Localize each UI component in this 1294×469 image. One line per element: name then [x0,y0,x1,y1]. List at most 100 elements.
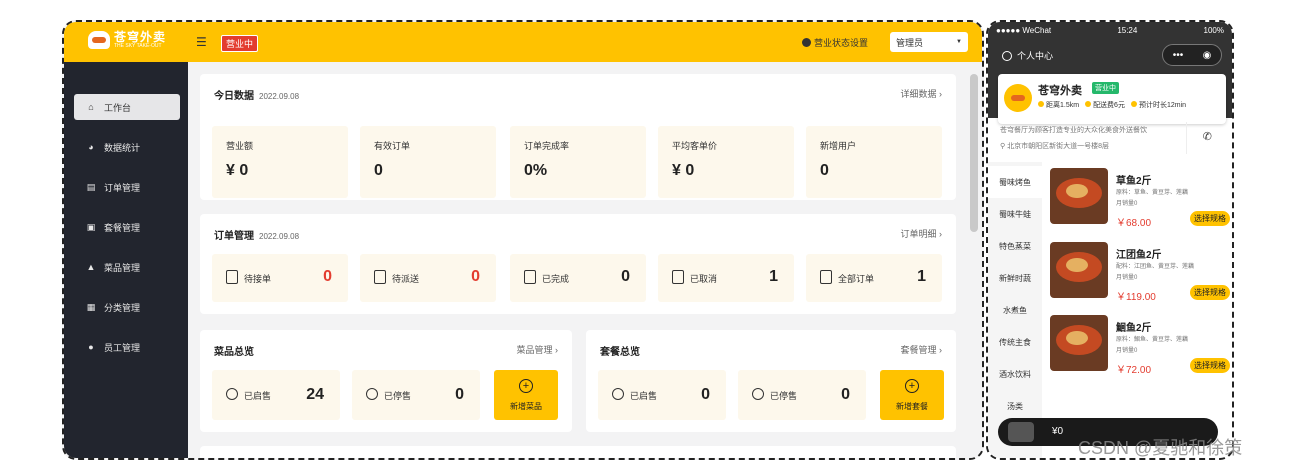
dish-off-sale[interactable]: 已停售 0 [352,370,480,420]
category-item[interactable]: 酒水饮料 [988,358,1042,390]
shop-description: 苍穹餐厅为顾客打造专业的大众化美食外送餐饮 [1000,127,1147,134]
category-item[interactable]: 蜀味牛蛙 [988,198,1042,230]
more-icon[interactable]: ••• [1173,50,1184,61]
category-item[interactable]: 新鲜时蔬 [988,262,1042,294]
order-management-card: 订单管理 2022.09.08 订单明细 › 待接单 0 待派送 0 已完成 0 … [200,214,956,314]
admin-dashboard: 苍穹外卖 THE SKY TAKE-OUT ☰ 营业中 营业状态设置 管理员 ▼… [62,20,984,460]
dish-description: 配料：江团鱼、黄豆芽、莲藕 [1116,264,1195,270]
mini-program-capsule[interactable]: ••• ◉ [1162,44,1222,66]
sidebar-item-dishes[interactable]: ▲ 菜品管理 [74,254,180,280]
chart-icon: ◕ [88,142,94,152]
order-cancelled[interactable]: 已取消 1 [658,254,794,302]
category-item[interactable]: 特色蒸菜 [988,230,1042,262]
dish-description: 原料：鮰鱼、黄豆芽、莲藕 [1116,337,1189,343]
dish-management-link[interactable]: 菜品管理 › [517,343,559,356]
cancelled-icon [672,270,684,284]
main-content: 今日数据 2022.09.08 详细数据 › 营业额 ¥ 0 有效订单 0 订单完… [188,62,982,458]
user-dropdown[interactable]: 管理员 ▼ [890,32,968,52]
dish-sales: 月销量0 [1116,348,1138,354]
tag-icon [226,388,238,400]
sidebar-item-orders[interactable]: ▤ 订单管理 [74,174,180,200]
logo: 苍穹外卖 THE SKY TAKE-OUT [88,31,166,49]
sidebar-item-statistics[interactable]: ◕ 数据统计 [74,134,180,160]
stat-completion-rate: 订单完成率 0% [510,126,646,198]
dish-sales: 月销量0 [1116,201,1138,207]
dish-image [1050,242,1108,298]
battery-text: 100% [1203,26,1224,35]
today-data-card: 今日数据 2022.09.08 详细数据 › 营业额 ¥ 0 有效订单 0 订单完… [200,74,956,200]
category-item[interactable]: 传统主食 [988,326,1042,358]
combo-on-sale[interactable]: 已启售 0 [598,370,726,420]
caret-down-icon: ▼ [956,39,962,45]
sidebar-item-combos[interactable]: ▣ 套餐管理 [74,214,180,240]
logo-text: 苍穹外卖 [114,30,167,44]
dish-icon: ▲ [86,262,96,272]
dish-name: 江团鱼2斤 [1116,250,1162,261]
add-combo-button[interactable]: + 新增套餐 [880,370,944,420]
combo-management-link[interactable]: 套餐管理 › [901,343,943,356]
select-spec-button[interactable]: 选择规格 [1190,211,1230,226]
order-pending-accept[interactable]: 待接单 0 [212,254,348,302]
order-management-title: 订单管理 2022.09.08 [214,231,300,242]
shop-address: ⚲ 北京市朝阳区新街大道一号楼8层 [1000,143,1109,150]
menu-toggle-icon[interactable]: ☰ [196,35,207,49]
order-all[interactable]: 全部订单 1 [806,254,942,302]
logo-icon [88,31,110,49]
bottom-card-partial [200,446,956,458]
dish-name: 草鱼2斤 [1116,176,1152,187]
time-icon [1130,101,1137,107]
dish-sales: 月销量0 [1116,275,1138,281]
detail-data-link[interactable]: 详细数据 › [901,87,943,100]
order-completed[interactable]: 已完成 0 [510,254,646,302]
dish-item: 江团鱼2斤 配料：江团鱼、黄豆芽、莲藕 月销量0 ￥119.00 选择规格 [1050,242,1230,310]
cart-total: ¥0 [1052,426,1064,437]
select-spec-button[interactable]: 选择规格 [1190,285,1230,300]
sidebar-item-label: 菜品管理 [104,262,141,273]
combo-overview-card: 套餐总览 套餐管理 › 已启售 0 已停售 0 + 新增套餐 [586,330,956,432]
mobile-mini-program: ●●●●● WeChat 15:24 100% 个人中心 ••• ◉ 苍穹外卖 … [986,20,1234,460]
select-spec-button[interactable]: 选择规格 [1190,358,1230,373]
close-circle-icon[interactable]: ◉ [1203,50,1212,61]
sidebar-item-categories[interactable]: ▦ 分类管理 [74,294,180,320]
shop-name: 苍穹外卖 [1038,85,1082,97]
business-status-setting-button[interactable]: 营业状态设置 [802,36,868,49]
main-scrollbar[interactable] [970,74,978,232]
user-center-button[interactable]: 个人中心 [1002,49,1053,62]
sidebar-item-label: 套餐管理 [104,222,141,233]
business-status-setting-label: 营业状态设置 [814,38,869,48]
business-status-badge: 营业中 [221,35,259,52]
time-text: 15:24 [1117,26,1138,35]
shop-info-card: 苍穹外卖 营业中 距离1.5km 配送费6元 预计时长12min [998,74,1226,124]
add-dish-button[interactable]: + 新增菜品 [494,370,558,420]
sidebar-item-label: 数据统计 [104,142,141,153]
dish-description: 原料：草鱼、黄豆芽、莲藕 [1116,190,1189,196]
order-pending-delivery[interactable]: 待派送 0 [360,254,496,302]
staff-icon: ● [88,342,94,352]
today-data-title: 今日数据 2022.09.08 [214,91,300,102]
watermark: CSDN @夏驰和徐策 [1078,438,1243,458]
phone-call-icon[interactable]: ✆ [1203,130,1212,143]
combo-off-sale[interactable]: 已停售 0 [738,370,866,420]
dish-item: 鮰鱼2斤 原料：鮰鱼、黄豆芽、莲藕 月销量0 ￥72.00 选择规格 [1050,315,1230,383]
sidebar-item-label: 工作台 [104,102,132,113]
distance-icon [1038,101,1044,107]
sidebar-item-staff[interactable]: ● 员工管理 [74,334,180,360]
sidebar-item-workbench[interactable]: ⌂ 工作台 [74,94,180,120]
sidebar-item-label: 分类管理 [104,302,141,313]
dish-image [1050,315,1108,371]
tag-icon [612,388,624,400]
cart-icon[interactable] [1008,422,1034,442]
all-orders-icon [820,270,832,284]
sidebar-item-label: 员工管理 [104,342,141,353]
delivery-icon [374,270,386,284]
category-item[interactable]: 蜀味烤鱼 [988,166,1042,198]
category-list: 蜀味烤鱼 蜀味牛蛙 特色蒸菜 新鲜时蔬 水煮鱼 传统主食 酒水饮料 汤类 [988,162,1042,458]
order-detail-link[interactable]: 订单明细 › [901,227,943,240]
dish-price: ￥68.00 [1116,218,1152,229]
divider [1186,122,1187,154]
category-item[interactable]: 水煮鱼 [988,294,1042,326]
stat-revenue: 营业额 ¥ 0 [212,126,348,198]
dish-overview-title: 菜品总览 [214,347,254,358]
top-bar: 苍穹外卖 THE SKY TAKE-OUT ☰ 营业中 营业状态设置 管理员 ▼ [64,22,982,62]
dish-on-sale[interactable]: 已启售 24 [212,370,340,420]
